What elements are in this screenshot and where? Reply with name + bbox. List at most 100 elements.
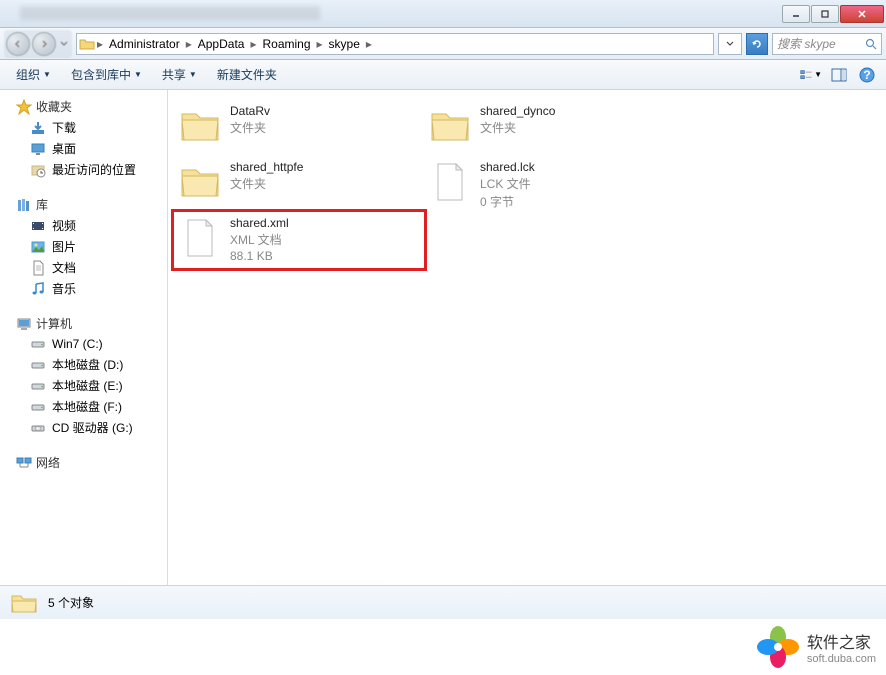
sidebar-libraries-group: 库 视频 图片 文档 音乐 — [0, 194, 167, 299]
folder-icon — [79, 36, 95, 52]
file-size: 88.1 KB — [230, 249, 289, 263]
folder-icon — [178, 104, 222, 148]
file-item-folder[interactable]: shared_httpfe 文件夹 — [174, 156, 424, 212]
file-info: shared.lck LCK 文件 0 字节 — [480, 160, 535, 210]
sidebar-item-videos[interactable]: 视频 — [0, 215, 167, 236]
sidebar-item-drive-d[interactable]: 本地磁盘 (D:) — [0, 354, 167, 375]
sidebar-item-drive-e[interactable]: 本地磁盘 (E:) — [0, 375, 167, 396]
sidebar-item-label: 桌面 — [52, 140, 76, 157]
forward-button[interactable] — [32, 32, 56, 56]
sidebar-item-label: 本地磁盘 (E:) — [52, 377, 123, 394]
address-bar: ▸ Administrator ▸ AppData ▸ Roaming ▸ sk… — [0, 28, 886, 60]
maximize-button[interactable] — [811, 5, 839, 23]
sidebar-header-favorites[interactable]: 收藏夹 — [0, 96, 167, 117]
file-name: shared.lck — [480, 160, 535, 174]
breadcrumb-item[interactable]: skype — [325, 37, 364, 51]
sidebar-header-network[interactable]: 网络 — [0, 452, 167, 473]
sidebar-header-label: 计算机 — [36, 315, 72, 332]
search-input[interactable]: 搜索 skype — [772, 33, 882, 55]
blurred-title — [20, 6, 320, 20]
sidebar-item-label: CD 驱动器 (G:) — [52, 419, 133, 436]
file-item-file-highlighted[interactable]: shared.xml XML 文档 88.1 KB — [174, 212, 424, 268]
file-list[interactable]: DataRv 文件夹 shared_dynco 文件夹 shared_httpf… — [168, 90, 886, 585]
preview-pane-button[interactable] — [828, 64, 850, 86]
close-button[interactable] — [840, 5, 884, 23]
breadcrumb-dropdown[interactable] — [718, 33, 742, 55]
watermark-text: 软件之家 soft.duba.com — [807, 629, 876, 665]
sidebar-item-downloads[interactable]: 下载 — [0, 117, 167, 138]
organize-menu[interactable]: 组织▼ — [8, 63, 59, 86]
file-item-folder[interactable]: DataRv 文件夹 — [174, 100, 424, 156]
sidebar-header-libraries[interactable]: 库 — [0, 194, 167, 215]
sidebar-item-label: 下载 — [52, 119, 76, 136]
drive-icon — [30, 378, 46, 394]
new-folder-button[interactable]: 新建文件夹 — [209, 63, 285, 86]
back-button[interactable] — [6, 32, 30, 56]
include-in-library-menu[interactable]: 包含到库中▼ — [63, 63, 150, 86]
window-titlebar — [0, 0, 886, 28]
recent-icon — [30, 162, 46, 178]
file-item-folder[interactable]: shared_dynco 文件夹 — [424, 100, 674, 156]
file-type: XML 文档 — [230, 231, 289, 248]
chevron-right-icon[interactable]: ▸ — [95, 37, 105, 51]
music-icon — [30, 281, 46, 297]
file-size: 0 字节 — [480, 193, 535, 210]
cd-drive-icon — [30, 420, 46, 436]
file-name: shared_httpfe — [230, 160, 303, 174]
video-icon — [30, 218, 46, 234]
sidebar-header-label: 网络 — [36, 454, 60, 471]
sidebar-item-desktop[interactable]: 桌面 — [0, 138, 167, 159]
file-name: DataRv — [230, 104, 270, 118]
watermark-logo-icon — [757, 626, 799, 668]
breadcrumb-item[interactable]: AppData — [194, 37, 249, 51]
file-type: 文件夹 — [230, 175, 303, 192]
status-text: 5 个对象 — [48, 594, 94, 611]
chevron-right-icon[interactable]: ▸ — [315, 37, 325, 51]
sidebar-item-pictures[interactable]: 图片 — [0, 236, 167, 257]
svg-text:?: ? — [863, 68, 870, 82]
desktop-icon — [30, 141, 46, 157]
share-menu[interactable]: 共享▼ — [154, 63, 205, 86]
network-icon — [16, 455, 32, 471]
file-item-file[interactable]: shared.lck LCK 文件 0 字节 — [424, 156, 674, 212]
breadcrumb-item[interactable]: Administrator — [105, 37, 184, 51]
watermark-area: 软件之家 soft.duba.com — [0, 619, 886, 675]
chevron-right-icon[interactable]: ▸ — [184, 37, 194, 51]
sidebar-item-drive-c[interactable]: Win7 (C:) — [0, 334, 167, 354]
file-type: 文件夹 — [480, 119, 555, 136]
refresh-button[interactable] — [746, 33, 768, 55]
picture-icon — [30, 239, 46, 255]
sidebar-item-drive-f[interactable]: 本地磁盘 (F:) — [0, 396, 167, 417]
chevron-right-icon[interactable]: ▸ — [364, 37, 374, 51]
folder-icon — [178, 160, 222, 204]
watermark-title: 软件之家 — [807, 629, 871, 653]
file-info: shared.xml XML 文档 88.1 KB — [230, 216, 289, 263]
sidebar-item-label: 最近访问的位置 — [52, 161, 136, 178]
sidebar-item-label: 视频 — [52, 217, 76, 234]
sidebar-item-label: 本地磁盘 (D:) — [52, 356, 123, 373]
folder-icon — [428, 104, 472, 148]
breadcrumb-item[interactable]: Roaming — [258, 37, 314, 51]
search-icon — [865, 38, 877, 50]
history-dropdown[interactable] — [58, 34, 70, 54]
sidebar-computer-group: 计算机 Win7 (C:) 本地磁盘 (D:) 本地磁盘 (E:) 本地磁盘 (… — [0, 313, 167, 438]
file-icon — [178, 216, 222, 260]
status-bar: 5 个对象 — [0, 585, 886, 619]
chevron-right-icon[interactable]: ▸ — [248, 37, 258, 51]
view-options-button[interactable]: ▼ — [800, 64, 822, 86]
sidebar-item-drive-g[interactable]: CD 驱动器 (G:) — [0, 417, 167, 438]
sidebar-item-label: 本地磁盘 (F:) — [52, 398, 122, 415]
sidebar-item-music[interactable]: 音乐 — [0, 278, 167, 299]
sidebar-item-recent[interactable]: 最近访问的位置 — [0, 159, 167, 180]
sidebar-item-label: Win7 (C:) — [52, 337, 103, 351]
main-area: 收藏夹 下载 桌面 最近访问的位置 库 视频 图片 文档 音乐 计算机 Win7… — [0, 90, 886, 585]
sidebar-header-label: 收藏夹 — [36, 98, 72, 115]
sidebar-header-computer[interactable]: 计算机 — [0, 313, 167, 334]
sidebar-item-documents[interactable]: 文档 — [0, 257, 167, 278]
minimize-button[interactable] — [782, 5, 810, 23]
help-button[interactable]: ? — [856, 64, 878, 86]
sidebar-header-label: 库 — [36, 196, 48, 213]
file-type: LCK 文件 — [480, 175, 535, 192]
breadcrumb-bar[interactable]: ▸ Administrator ▸ AppData ▸ Roaming ▸ sk… — [76, 33, 714, 55]
drive-icon — [30, 399, 46, 415]
